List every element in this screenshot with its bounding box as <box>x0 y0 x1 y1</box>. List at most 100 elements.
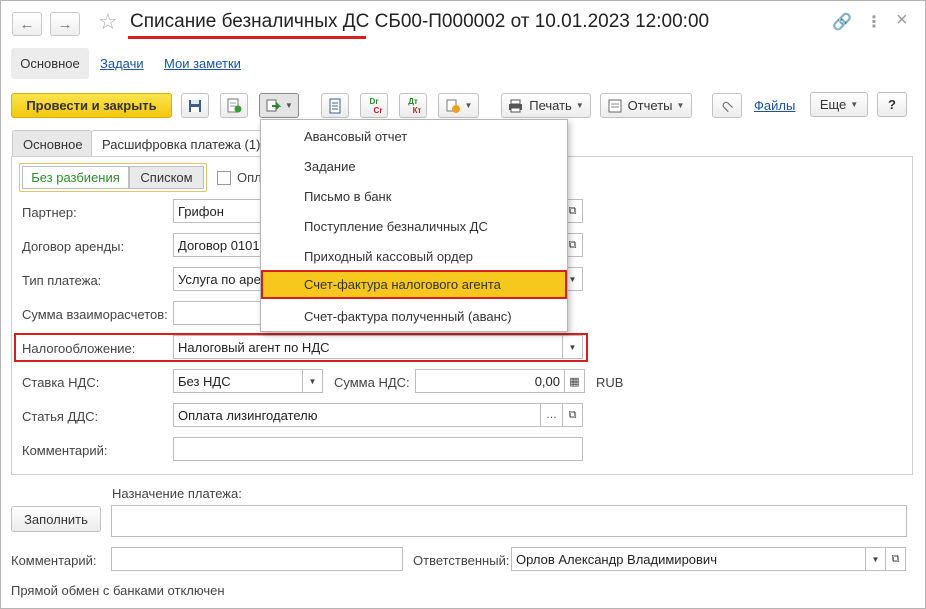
menu-item-tax-agent-invoice[interactable]: Счет-фактура налогового агента <box>261 270 567 299</box>
taxation-field[interactable]: Налоговый агент по НДС <box>173 335 563 359</box>
chevron-down-icon: ▼ <box>575 101 584 110</box>
back-button[interactable]: ← <box>12 12 42 36</box>
taxation-label: Налогообложение: <box>22 341 136 356</box>
fill-button[interactable]: Заполнить <box>11 506 101 532</box>
post-and-close-button[interactable]: Провести и закрыть <box>11 93 172 118</box>
settlement-sum-field[interactable] <box>173 301 263 325</box>
payment-type-label: Тип платежа: <box>22 273 102 288</box>
payment-purpose-field[interactable] <box>111 505 907 537</box>
navtab-main[interactable]: Основное <box>11 48 89 79</box>
settlement-sum-label: Сумма взаиморасчетов: <box>22 307 168 322</box>
chevron-down-icon: ▼ <box>568 342 577 352</box>
print-label: Печать <box>529 98 572 113</box>
open-form-icon: ⧉ <box>568 408 577 421</box>
help-button[interactable]: ? <box>877 92 907 117</box>
ellipsis-icon: … <box>546 409 557 421</box>
forward-button[interactable]: → <box>50 12 80 36</box>
dds-field[interactable]: Оплата лизингодателю <box>173 403 541 427</box>
responsible-field[interactable]: Орлов Александр Владимирович <box>511 547 866 571</box>
create-based-on-menu: Авансовый отчет Задание Письмо в банк По… <box>260 119 568 332</box>
chevron-down-icon: ▼ <box>850 100 859 109</box>
calculator-icon: ▦ <box>569 375 580 388</box>
dds-label: Статья ДДС: <box>22 409 99 424</box>
printer-icon <box>509 99 523 112</box>
menu-item-task[interactable]: Задание <box>261 151 567 181</box>
related-documents-button[interactable]: ▼ <box>438 93 479 118</box>
more-label: Еще <box>819 97 847 112</box>
dt-label: Дт <box>408 96 418 106</box>
post-document-icon <box>227 98 242 112</box>
menu-item-received-advance-invoice[interactable]: Счет-фактура полученный (аванс) <box>261 301 567 331</box>
contract-field[interactable]: Договор 0101 <box>173 233 263 257</box>
line-comment-field[interactable] <box>173 437 583 461</box>
dr-label: Dr <box>369 96 379 106</box>
paperclip-icon: ⊂ <box>716 95 738 117</box>
paid-checkbox-label: Опл <box>237 170 262 185</box>
payment-type-field[interactable]: Услуга по аре <box>173 267 263 291</box>
related-docs-icon <box>446 99 460 113</box>
chevron-down-icon: ▼ <box>464 101 473 110</box>
files-link[interactable]: Файлы <box>754 98 795 113</box>
currency-label: RUB <box>596 375 624 390</box>
calculator-button[interactable]: ▦ <box>565 369 585 393</box>
bank-exchange-status: Прямой обмен с банками отключен <box>11 583 225 598</box>
list-mode-button[interactable]: Списком <box>129 166 204 189</box>
attach-button[interactable]: ⊂ <box>712 93 742 118</box>
navtab-notes[interactable]: Мои заметки <box>164 56 241 71</box>
menu-item-cashless-receipt[interactable]: Поступление безналичных ДС <box>261 211 567 241</box>
paid-checkbox[interactable] <box>217 171 231 185</box>
open-form-icon: ⧉ <box>568 204 577 217</box>
save-icon <box>189 99 201 112</box>
line-comment-label: Комментарий: <box>22 443 108 458</box>
responsible-open-button[interactable]: ⧉ <box>886 547 906 571</box>
vat-rate-field[interactable]: Без НДС <box>173 369 303 393</box>
partner-label: Партнер: <box>22 205 77 220</box>
navtab-tasks[interactable]: Задачи <box>100 56 144 71</box>
journal-button[interactable] <box>321 93 349 118</box>
tab-main[interactable]: Основное <box>12 130 92 157</box>
dr-cr-button[interactable]: Dr Cr <box>360 93 388 118</box>
payment-purpose-label: Назначение платежа: <box>112 486 242 501</box>
chevron-down-icon: ▼ <box>871 554 880 564</box>
taxation-dropdown[interactable]: ▼ <box>563 335 583 359</box>
favorite-star-icon[interactable]: ☆ <box>98 9 118 35</box>
dt-kt-button[interactable]: Дт Кт <box>399 93 427 118</box>
responsible-dropdown[interactable]: ▼ <box>866 547 886 571</box>
print-button[interactable]: Печать ▼ <box>501 93 591 118</box>
chevron-down-icon: ▼ <box>568 274 577 284</box>
dds-open-button[interactable]: ⧉ <box>563 403 583 427</box>
menu-item-advance-report[interactable]: Авансовый отчет <box>261 121 567 151</box>
chevron-down-icon: ▼ <box>676 101 685 110</box>
save-button[interactable] <box>181 93 209 118</box>
dds-select-button[interactable]: … <box>541 403 563 427</box>
open-form-icon: ⧉ <box>891 552 900 565</box>
tab-payment-decode[interactable]: Расшифровка платежа (1) <box>91 130 271 157</box>
vat-sum-field[interactable]: 0,00 <box>415 369 565 393</box>
chevron-down-icon: ▼ <box>285 101 293 110</box>
menu-item-cash-receipt-order[interactable]: Приходный кассовый ордер <box>261 241 567 271</box>
create-based-on-icon <box>266 99 282 111</box>
comment-label: Комментарий: <box>11 553 97 568</box>
title-red-underline <box>128 36 366 39</box>
open-form-icon: ⧉ <box>568 238 577 251</box>
partner-field[interactable]: Грифон <box>173 199 263 223</box>
link-icon[interactable]: 🔗 <box>832 12 852 32</box>
create-based-on-button[interactable]: ▼ <box>259 93 299 118</box>
journal-icon <box>329 98 341 113</box>
vat-sum-label: Сумма НДС: <box>334 375 410 390</box>
no-split-button[interactable]: Без разбиения <box>22 166 129 189</box>
more-vertical-icon[interactable]: ⋮ <box>866 12 882 32</box>
menu-item-bank-letter[interactable]: Письмо в банк <box>261 181 567 211</box>
report-icon <box>608 99 622 112</box>
kt-label: Кт <box>412 105 422 115</box>
reports-button[interactable]: Отчеты ▼ <box>600 93 692 118</box>
close-icon[interactable]: × <box>896 9 908 32</box>
comment-field[interactable] <box>111 547 403 571</box>
page-title: Списание безналичных ДС СБ00-П000002 от … <box>130 11 710 32</box>
cr-label: Cr <box>373 105 383 115</box>
more-button[interactable]: Еще ▼ <box>810 92 868 117</box>
chevron-down-icon: ▼ <box>308 376 317 386</box>
post-document-button[interactable] <box>220 93 248 118</box>
vat-rate-dropdown[interactable]: ▼ <box>303 369 323 393</box>
responsible-label: Ответственный: <box>413 553 510 568</box>
